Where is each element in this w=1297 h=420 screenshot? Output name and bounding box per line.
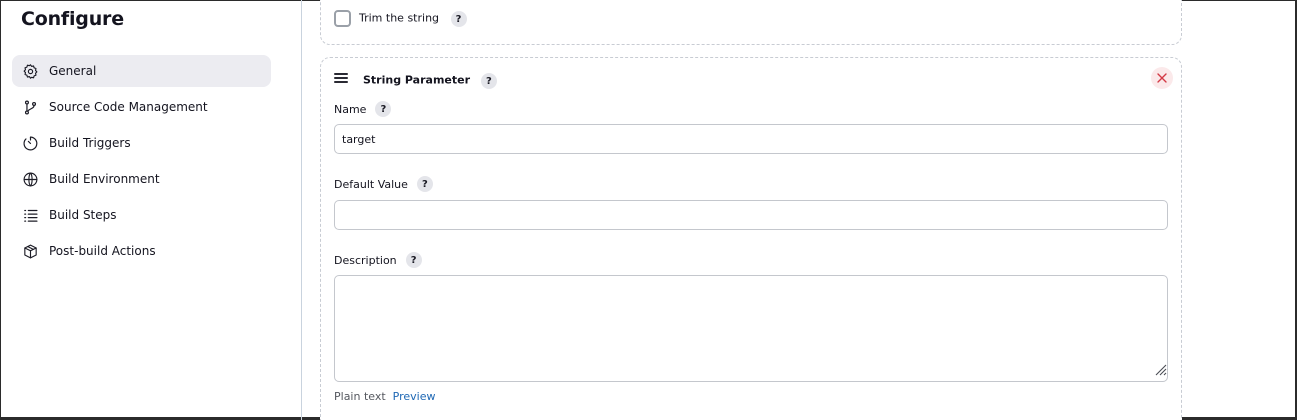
string-parameter-card: String Parameter ? Name ? Default Value … bbox=[320, 57, 1182, 420]
trim-option-card: Trim the string ? bbox=[320, 0, 1182, 45]
sidebar: Configure General Source Code Management bbox=[0, 0, 302, 420]
page-title: Configure bbox=[21, 8, 124, 30]
sidebar-item-label: Build Steps bbox=[49, 208, 117, 222]
description-help-icon[interactable]: ? bbox=[405, 252, 422, 268]
sidebar-item-build-steps[interactable]: Build Steps bbox=[12, 199, 271, 231]
name-field-label: Name ? bbox=[334, 101, 392, 117]
globe-icon bbox=[21, 170, 39, 188]
resize-handle-icon[interactable] bbox=[1153, 362, 1167, 376]
close-icon bbox=[1157, 73, 1167, 83]
name-input[interactable] bbox=[334, 124, 1168, 154]
preview-link[interactable]: Preview bbox=[393, 390, 436, 403]
section-title: String Parameter ? bbox=[363, 73, 497, 89]
sidebar-item-build-triggers[interactable]: Build Triggers bbox=[12, 127, 271, 159]
trim-label-text: Trim the string bbox=[359, 11, 440, 25]
description-format-row: Plain text Preview bbox=[334, 390, 436, 403]
drag-handle-icon[interactable] bbox=[334, 73, 348, 83]
sidebar-item-build-environment[interactable]: Build Environment bbox=[12, 163, 271, 195]
delete-parameter-button[interactable] bbox=[1151, 67, 1173, 89]
section-title-text: String Parameter bbox=[363, 73, 471, 87]
string-parameter-help-icon[interactable]: ? bbox=[480, 73, 497, 89]
list-icon bbox=[21, 206, 39, 224]
trim-help-icon[interactable]: ? bbox=[450, 11, 467, 27]
sidebar-item-label: Build Environment bbox=[49, 172, 160, 186]
trim-checkbox[interactable] bbox=[334, 10, 351, 27]
default-value-field-label: Default Value ? bbox=[334, 176, 433, 192]
default-value-help-icon[interactable]: ? bbox=[416, 176, 433, 192]
name-label-text: Name bbox=[334, 102, 367, 116]
plain-text-label: Plain text bbox=[334, 390, 386, 403]
description-label-text: Description bbox=[334, 253, 397, 267]
timer-icon bbox=[21, 134, 39, 152]
sidebar-item-label: Source Code Management bbox=[49, 100, 208, 114]
sidebar-item-general[interactable]: General bbox=[12, 55, 271, 87]
sidebar-item-source-code-management[interactable]: Source Code Management bbox=[12, 91, 271, 123]
description-textarea[interactable] bbox=[334, 275, 1168, 382]
default-value-label-text: Default Value bbox=[334, 177, 408, 191]
sidebar-item-label: Post-build Actions bbox=[49, 244, 156, 258]
sidebar-item-label: Build Triggers bbox=[49, 136, 131, 150]
name-help-icon[interactable]: ? bbox=[375, 101, 392, 117]
main-content: Trim the string ? String Parameter ? Nam… bbox=[303, 0, 1297, 420]
gear-icon bbox=[21, 62, 39, 80]
branch-icon bbox=[21, 98, 39, 116]
description-field-label: Description ? bbox=[334, 252, 422, 268]
sidebar-item-label: General bbox=[49, 64, 97, 78]
package-icon bbox=[21, 242, 39, 260]
sidebar-item-post-build-actions[interactable]: Post-build Actions bbox=[12, 235, 271, 267]
default-value-input[interactable] bbox=[334, 200, 1168, 230]
trim-label: Trim the string ? bbox=[359, 11, 467, 27]
sidebar-nav: General Source Code Management Build Tri… bbox=[12, 55, 271, 271]
